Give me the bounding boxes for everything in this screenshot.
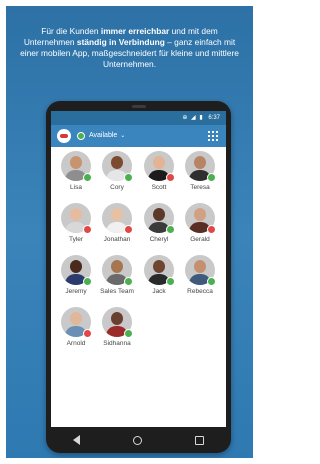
promo-canvas: Für die Kunden immer erreichbar und mit … (6, 6, 253, 458)
status-badge (124, 329, 133, 338)
status-badge (166, 277, 175, 286)
contact-name: Sales Team (100, 288, 134, 295)
contact-item[interactable]: Sidhanna (97, 307, 137, 359)
apps-grid-icon[interactable] (208, 131, 218, 141)
contact-name: Jack (152, 288, 166, 295)
contact-name: Arnold (66, 340, 86, 347)
recents-square-icon[interactable] (195, 435, 205, 445)
contact-item[interactable]: Jeremy (56, 255, 96, 307)
presence-label: Available (89, 132, 118, 139)
status-badge (83, 277, 92, 286)
contact-name: Jeremy (65, 288, 87, 295)
home-circle-icon[interactable] (132, 435, 142, 445)
contact-item[interactable]: Jonathan (97, 203, 137, 255)
status-badge (207, 225, 216, 234)
headline-part-1: Für die Kunden (41, 26, 101, 36)
contact-name: Gerald (190, 236, 210, 243)
contact-item[interactable]: Tyler (56, 203, 96, 255)
android-nav-bar (46, 427, 231, 453)
status-time: 6:37 (208, 115, 220, 121)
contact-name: Jonathan (103, 236, 131, 243)
contact-name: Rebecca (187, 288, 213, 295)
contact-name: Tyler (68, 236, 84, 243)
headline-text: Für die Kunden immer erreichbar und mit … (20, 26, 239, 70)
status-badge (166, 173, 175, 182)
contact-item[interactable]: Jack (139, 255, 179, 307)
status-bar: ⊕ ◢ ▮ 6:37 (51, 111, 226, 125)
status-badge (124, 173, 133, 182)
app-logo-icon (57, 129, 71, 143)
contact-item[interactable]: Gerald (180, 203, 220, 255)
phone-speaker (132, 105, 146, 108)
status-badge (83, 329, 92, 338)
status-badge (166, 225, 175, 234)
contact-name: Scott (151, 184, 167, 191)
contact-name: Teresa (190, 184, 210, 191)
phone-frame: ⊕ ◢ ▮ 6:37 Available ⌄ Lisa Cory Scott Tere… (46, 101, 231, 453)
contact-name: Cheryl (149, 236, 169, 243)
contact-name: Sidhanna (103, 340, 131, 347)
contact-name: Cory (110, 184, 124, 191)
contact-item[interactable]: Cory (97, 151, 137, 203)
chevron-down-icon: ⌄ (120, 133, 126, 139)
status-badge (83, 225, 92, 234)
contacts-grid: Lisa Cory Scott Teresa Tyler Jonathan Cheryl Ge… (51, 147, 226, 427)
contact-item[interactable]: Lisa (56, 151, 96, 203)
contact-item[interactable]: Sales Team (97, 255, 137, 307)
status-badge (207, 173, 216, 182)
status-icons: ⊕ ◢ ▮ (182, 115, 204, 121)
contact-name: Lisa (70, 184, 82, 191)
contact-item[interactable]: Arnold (56, 307, 96, 359)
status-badge (83, 173, 92, 182)
headline-bold-1: immer erreichbar (100, 26, 170, 36)
contact-item[interactable]: Teresa (180, 151, 220, 203)
app-bar: Available ⌄ (51, 125, 226, 147)
headline-bold-2: ständig in Verbindung (76, 37, 165, 47)
contact-item[interactable]: Rebecca (180, 255, 220, 307)
status-badge (207, 277, 216, 286)
contact-item[interactable]: Cheryl (139, 203, 179, 255)
presence-selector[interactable]: Available ⌄ (77, 130, 125, 142)
back-triangle-icon[interactable] (72, 435, 80, 445)
status-badge (124, 225, 133, 234)
presence-dot-icon (77, 132, 85, 140)
contact-item[interactable]: Scott (139, 151, 179, 203)
phone-screen: ⊕ ◢ ▮ 6:37 Available ⌄ Lisa Cory Scott Tere… (51, 111, 226, 427)
status-badge (124, 277, 133, 286)
